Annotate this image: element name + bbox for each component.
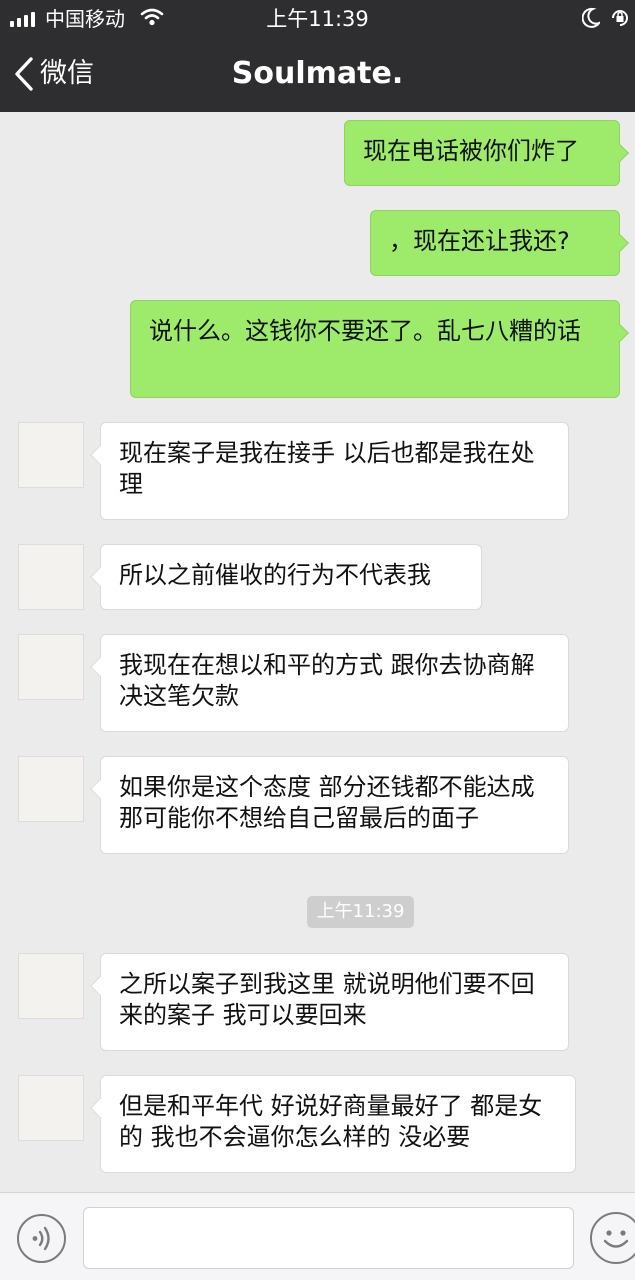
message-bubble[interactable]: 所以之前催收的行为不代表我 <box>100 544 482 610</box>
message-text: 我现在在想以和平的方式 跟你去协商解决这笔欠款 <box>119 651 535 710</box>
message-text: 现在案子是我在接手 以后也都是我在处理 <box>119 439 535 498</box>
rotation-lock-icon <box>612 10 628 26</box>
top-bar: 中国移动 上午11:39 微信 Soulmate. <box>0 0 635 112</box>
status-time: 上午11:39 <box>266 7 369 31</box>
message-bubble[interactable]: 但是和平年代 好说好商量最好了 都是女的 我也不会逼你怎么样的 没必要 <box>100 1075 576 1173</box>
emoji-icon <box>603 1230 629 1248</box>
message-bubble[interactable]: 说什么。这钱你不要还了。乱七八糟的话 <box>130 300 620 398</box>
avatar[interactable] <box>18 634 84 700</box>
avatar[interactable] <box>18 1075 84 1141</box>
message-text: 之所以案子到我这里 就说明他们要不回来的案子 我可以要回来 <box>119 970 535 1029</box>
avatar[interactable] <box>18 422 84 488</box>
message-input[interactable] <box>83 1207 574 1269</box>
message-text: 如果你是这个态度 部分还钱都不能达成 那可能你不想给自己留最后的面子 <box>119 773 535 832</box>
message-bubble[interactable]: 我现在在想以和平的方式 跟你去协商解决这笔欠款 <box>100 634 569 732</box>
message-text: 所以之前催收的行为不代表我 <box>119 561 431 589</box>
avatar[interactable] <box>18 953 84 1019</box>
voice-icon <box>32 1226 50 1251</box>
message-bubble[interactable]: 现在案子是我在接手 以后也都是我在处理 <box>100 422 569 520</box>
avatar[interactable] <box>18 544 84 610</box>
emoji-button[interactable] <box>590 1212 635 1264</box>
do-not-disturb-icon <box>582 7 600 28</box>
message-text: 但是和平年代 好说好商量最好了 都是女的 我也不会逼你怎么样的 没必要 <box>119 1092 543 1151</box>
timestamp-divider: 上午11:39 <box>307 896 414 928</box>
message-bubble[interactable]: 之所以案子到我这里 就说明他们要不回来的案子 我可以要回来 <box>100 953 569 1051</box>
input-bar <box>0 1192 635 1280</box>
message-bubble[interactable]: 现在电话被你们炸了 <box>344 120 620 186</box>
message-bubble[interactable]: ，现在还让我还? <box>370 210 620 276</box>
chat-title: Soulmate. <box>231 56 404 91</box>
message-text: 现在电话被你们炸了 <box>363 137 579 165</box>
avatar[interactable] <box>18 756 84 822</box>
status-bar: 中国移动 上午11:39 <box>0 0 635 40</box>
chat-area[interactable]: 现在电话被你们炸了 ，现在还让我还? 说什么。这钱你不要还了。乱七八糟的话 现在… <box>0 112 635 1192</box>
voice-button[interactable] <box>17 1214 66 1263</box>
nav-bar: 微信 Soulmate. <box>0 40 635 112</box>
message-text: 说什么。这钱你不要还了。乱七八糟的话 <box>149 317 581 345</box>
message-text: ，现在还让我还? <box>389 227 570 255</box>
message-bubble[interactable]: 如果你是这个态度 部分还钱都不能达成 那可能你不想给自己留最后的面子 <box>100 756 569 854</box>
